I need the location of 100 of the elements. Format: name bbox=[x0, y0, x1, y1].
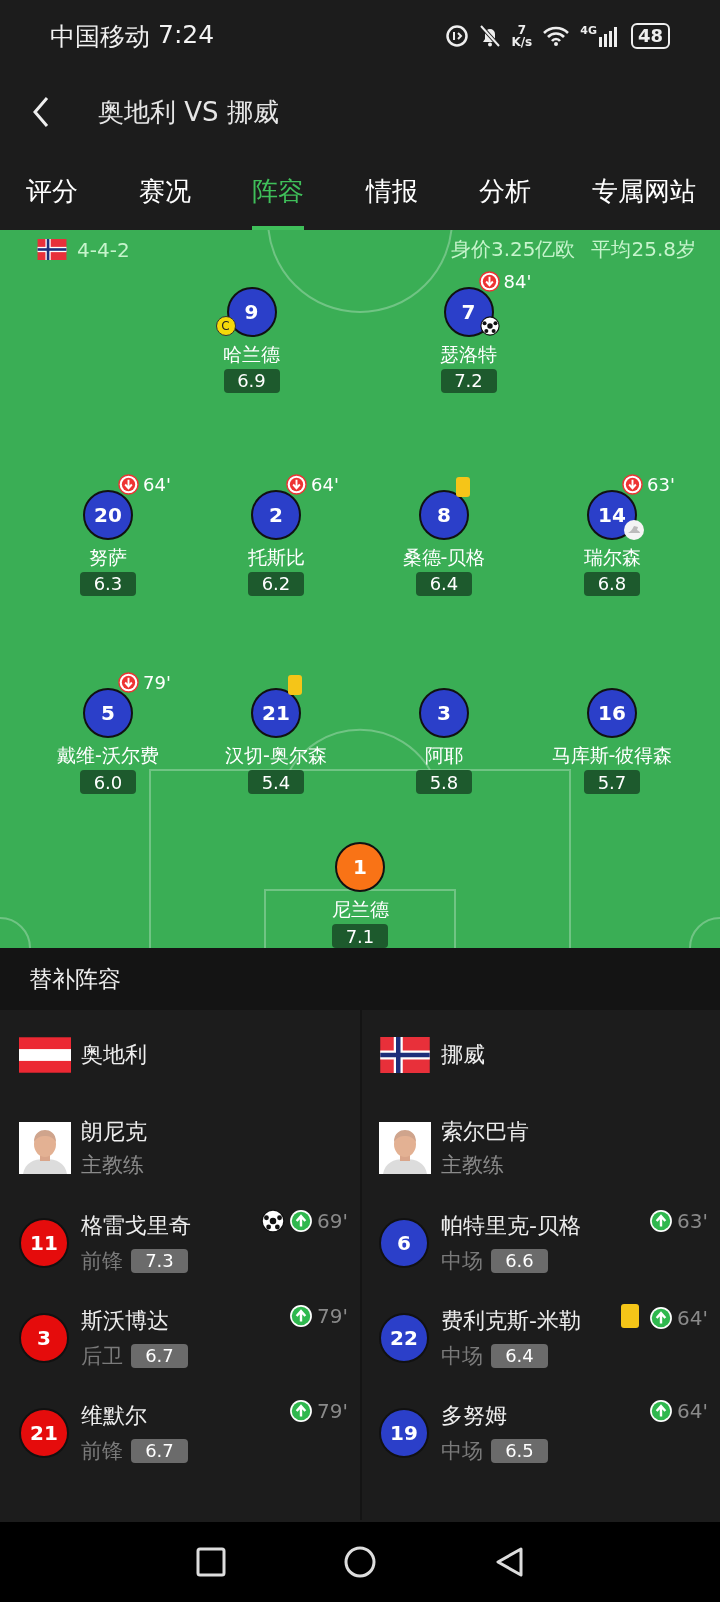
player-number[interactable]: 21 bbox=[19, 1407, 69, 1458]
player-rating: 6.7 bbox=[131, 1343, 188, 1368]
player-number[interactable]: 11 bbox=[19, 1217, 69, 1268]
booking-card-icon bbox=[456, 476, 470, 497]
player-name: 戴维-沃尔费 bbox=[57, 744, 159, 767]
player-number[interactable]: 2 bbox=[251, 489, 301, 540]
sub-minute: 63' bbox=[647, 473, 675, 495]
clock-time: 7:24 bbox=[158, 19, 215, 51]
home-icon[interactable] bbox=[344, 1546, 376, 1578]
player-name: 桑德-贝格 bbox=[402, 545, 486, 568]
section-title: 替补阵容 bbox=[29, 964, 121, 994]
player-number[interactable]: 8 bbox=[419, 489, 469, 540]
player-number[interactable]: 6 bbox=[379, 1217, 429, 1268]
tab[interactable]: 评分 bbox=[26, 152, 78, 230]
booking-card-icon bbox=[621, 1304, 640, 1328]
sub-minute: 64' bbox=[677, 1306, 708, 1330]
team-name: 奥地利 bbox=[81, 1041, 147, 1069]
sub-minute: 69' bbox=[317, 1209, 348, 1233]
player-position: 中场 bbox=[441, 1437, 483, 1465]
player-name: 格雷戈里奇 bbox=[81, 1211, 191, 1240]
player-rating: 6.3 bbox=[80, 571, 136, 596]
team-name: 挪威 bbox=[441, 1041, 485, 1069]
player-rating: 6.4 bbox=[416, 571, 472, 596]
sub-out-icon bbox=[286, 473, 307, 495]
player-name: 尼兰德 bbox=[331, 898, 389, 920]
norway-flag-icon bbox=[379, 1037, 431, 1073]
player-rating: 5.8 bbox=[416, 770, 472, 795]
boot-icon bbox=[623, 518, 645, 541]
carrier-name: 中国移动 bbox=[50, 20, 150, 53]
coach-name: 朗尼克 bbox=[81, 1117, 147, 1146]
player-number[interactable]: 14 bbox=[587, 489, 637, 540]
sub-minute: 79' bbox=[317, 1399, 348, 1423]
player-name: 马库斯-彼得森 bbox=[551, 744, 673, 767]
player-number[interactable]: 16 bbox=[587, 688, 637, 739]
player-name: 哈兰德 bbox=[223, 342, 280, 365]
sub-minute: 84' bbox=[503, 270, 532, 292]
tab[interactable]: 情报 bbox=[365, 152, 418, 230]
recents-icon[interactable] bbox=[196, 1547, 226, 1577]
coach-name: 索尔巴肯 bbox=[441, 1117, 529, 1146]
tab[interactable]: 专属网站 bbox=[591, 152, 696, 230]
player-number[interactable]: 3 bbox=[19, 1312, 69, 1363]
sub-out-icon bbox=[622, 473, 643, 495]
sub-in-icon bbox=[649, 1399, 674, 1423]
sub-minute: 79' bbox=[143, 672, 171, 694]
player-position: 前锋 bbox=[81, 1247, 123, 1275]
player-rating: 5.4 bbox=[248, 770, 304, 795]
formation: 4-4-2 bbox=[77, 237, 130, 262]
player-rating: 6.8 bbox=[584, 571, 640, 596]
sub-minute: 79' bbox=[317, 1304, 348, 1328]
player-name: 瑞尔森 bbox=[583, 545, 641, 568]
player-position: 前锋 bbox=[81, 1437, 123, 1465]
player-name: 汉切-奥尔森 bbox=[225, 744, 327, 767]
coach-role: 主教练 bbox=[441, 1151, 505, 1179]
player-rating: 6.6 bbox=[491, 1248, 548, 1273]
ball-icon bbox=[261, 1209, 286, 1233]
norway-flag-icon bbox=[37, 239, 67, 261]
player-rating: 6.4 bbox=[491, 1343, 548, 1368]
battery-level: 48 bbox=[630, 23, 670, 49]
player-rating: 7.2 bbox=[440, 368, 497, 393]
tab[interactable]: 赛况 bbox=[139, 152, 192, 230]
captain-badge: C bbox=[215, 315, 236, 336]
player-rating: 6.0 bbox=[80, 770, 136, 795]
average-age: 平均25.8岁 bbox=[591, 236, 696, 264]
player-name: 维默尔 bbox=[81, 1401, 147, 1430]
ball-icon bbox=[479, 315, 500, 336]
player-number[interactable]: 20 bbox=[83, 489, 133, 540]
player-name: 托斯比 bbox=[247, 545, 305, 568]
player-number[interactable]: 7 bbox=[443, 286, 494, 337]
player-number[interactable]: 21 bbox=[251, 688, 301, 739]
market-value: 身价3.25亿欧 bbox=[450, 236, 576, 264]
tab[interactable]: 分析 bbox=[478, 152, 531, 230]
data-saver-icon bbox=[445, 24, 470, 48]
player-rating: 7.3 bbox=[131, 1248, 188, 1273]
player-name: 努萨 bbox=[89, 545, 127, 568]
player-number[interactable]: 3 bbox=[419, 688, 469, 739]
network-speed: 7 K/s bbox=[511, 24, 533, 48]
booking-card-icon bbox=[288, 675, 302, 696]
sub-in-icon bbox=[289, 1304, 314, 1328]
network-type: 4G bbox=[580, 25, 597, 36]
sub-in-icon bbox=[289, 1399, 314, 1423]
player-position: 中场 bbox=[441, 1342, 483, 1370]
match-title: 奥地利 VS 挪威 bbox=[98, 95, 279, 129]
player-number[interactable]: 5 bbox=[83, 688, 133, 739]
back-icon[interactable] bbox=[494, 1546, 524, 1578]
sub-in-icon bbox=[289, 1209, 314, 1233]
muted-bell-icon bbox=[479, 24, 502, 48]
player-rating: 6.2 bbox=[248, 571, 304, 596]
sub-in-icon bbox=[649, 1306, 674, 1330]
player-number[interactable]: 19 bbox=[379, 1407, 429, 1458]
player-rating: 7.1 bbox=[332, 924, 388, 948]
player-name: 费利克斯-米勒 bbox=[441, 1306, 581, 1335]
player-rating: 6.5 bbox=[491, 1438, 548, 1463]
back-icon[interactable] bbox=[32, 96, 50, 128]
sub-minute: 63' bbox=[677, 1209, 708, 1233]
coach-role: 主教练 bbox=[81, 1151, 145, 1179]
sub-out-icon bbox=[478, 270, 500, 292]
player-number[interactable]: 22 bbox=[379, 1312, 429, 1363]
player-name: 斯沃博达 bbox=[81, 1306, 169, 1335]
sub-minute: 64' bbox=[677, 1399, 708, 1423]
sub-minute: 64' bbox=[143, 473, 171, 495]
